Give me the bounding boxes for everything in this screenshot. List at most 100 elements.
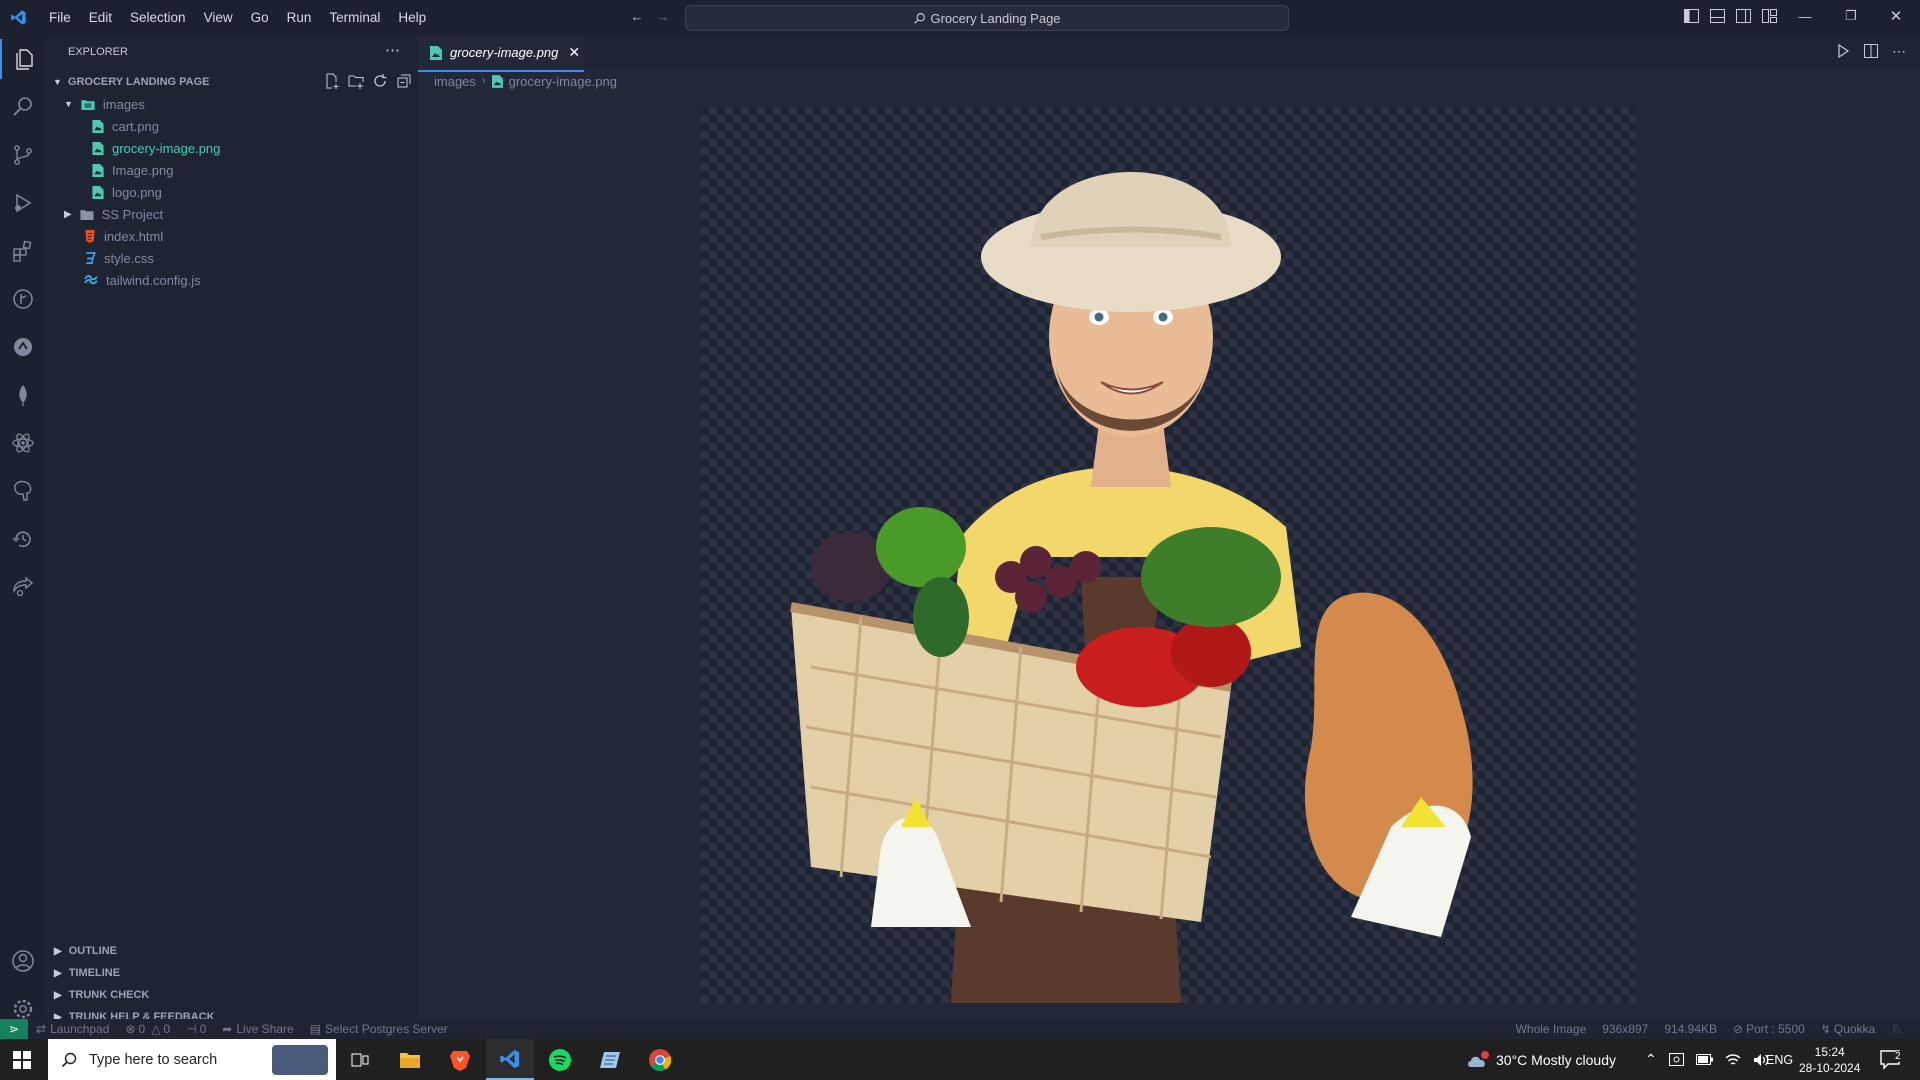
tree-file-cart[interactable]: cart.png: [92, 115, 159, 137]
menu-terminal[interactable]: Terminal: [320, 10, 389, 25]
file-explorer-icon[interactable]: [386, 1039, 434, 1080]
live-server-port[interactable]: ⊘ Port : 5500: [1733, 1022, 1805, 1036]
menu-selection[interactable]: Selection: [121, 10, 195, 25]
wifi-icon[interactable]: [1725, 1053, 1741, 1067]
weather-text: 30°C Mostly cloudy: [1496, 1051, 1616, 1068]
warning-icon: △: [151, 1022, 161, 1036]
toggle-primary-sidebar-icon[interactable]: [1683, 8, 1699, 24]
html-file-icon: [85, 229, 95, 243]
new-file-icon[interactable]: [324, 73, 340, 89]
live-share-icon[interactable]: [0, 567, 46, 607]
port-label: Port : 5500: [1746, 1022, 1805, 1036]
tree-folder-ss-project[interactable]: ▶ SS Project: [64, 203, 163, 225]
launchpad-item[interactable]: ⇄ Launchpad: [36, 1022, 109, 1036]
section-outline[interactable]: ▶ OUTLINE: [54, 940, 117, 962]
launchpad-label: Launchpad: [50, 1022, 110, 1036]
mongodb-leaf-icon[interactable]: [0, 375, 46, 415]
tree-file-logo[interactable]: logo.png: [92, 181, 162, 203]
weather-widget[interactable]: 30°C Mostly cloudy: [1466, 1039, 1616, 1080]
postgres-item[interactable]: ▤ Select Postgres Server: [310, 1022, 448, 1036]
action-center[interactable]: 2: [1880, 1039, 1903, 1080]
tree-label: style.css: [104, 250, 154, 266]
more-actions-icon[interactable]: ⋯: [1892, 44, 1906, 58]
back-arrow-icon[interactable]: ←: [629, 8, 645, 24]
status-right: Whole Image 936x897 914.94KB ⊘ Port : 55…: [1508, 1019, 1902, 1039]
collapse-all-icon[interactable]: [396, 73, 412, 89]
quokka-item[interactable]: ↯ Quokka: [1821, 1022, 1875, 1036]
section-trunk-check[interactable]: ▶ TRUNK CHECK: [54, 984, 149, 1006]
tab-close-icon[interactable]: ✕: [568, 44, 580, 61]
source-control-icon[interactable]: [0, 135, 46, 175]
section-label: TRUNK CHECK: [68, 989, 150, 1001]
minimize-icon[interactable]: —: [1797, 8, 1813, 24]
toggle-panel-icon[interactable]: [1709, 8, 1725, 24]
clock[interactable]: 15:24 28-10-2024: [1799, 1039, 1860, 1080]
vscode-taskbar-icon[interactable]: [486, 1039, 534, 1080]
forward-arrow-icon[interactable]: →: [655, 8, 671, 24]
remote-explorer-icon[interactable]: [0, 327, 46, 367]
notes-app-icon[interactable]: [586, 1039, 634, 1080]
timeline-history-icon[interactable]: [0, 519, 46, 559]
run-and-debug-icon[interactable]: [0, 183, 46, 223]
command-center-search[interactable]: Grocery Landing Page: [685, 5, 1289, 31]
remote-indicator-icon[interactable]: ⋗: [0, 1019, 28, 1039]
menu-go[interactable]: Go: [242, 10, 278, 25]
refresh-icon[interactable]: [372, 73, 388, 89]
tree-file-style-css[interactable]: style.css: [84, 247, 154, 269]
menu-file[interactable]: File: [40, 10, 80, 25]
toggle-secondary-sidebar-icon[interactable]: [1735, 8, 1751, 24]
explorer-toolbar: [324, 73, 412, 89]
postgres-elephant-icon[interactable]: [0, 471, 46, 511]
status-left: ⋗ ⇄ Launchpad ⊗ 0 △ 0 ⊣ 0 ➦ Live Share ▤…: [0, 1019, 456, 1039]
extensions-icon[interactable]: [0, 231, 46, 271]
menu-edit[interactable]: Edit: [80, 10, 121, 25]
split-editor-icon[interactable]: [1864, 44, 1878, 58]
search-icon[interactable]: [0, 87, 46, 127]
tree-file-grocery-image[interactable]: grocery-image.png: [92, 137, 220, 159]
warning-count: 0: [163, 1022, 171, 1036]
breadcrumb-folder[interactable]: images: [434, 74, 476, 89]
activity-bar: [0, 35, 46, 1019]
show-hidden-icons-icon[interactable]: ⌃: [1645, 1039, 1657, 1080]
windows-start-icon[interactable]: [13, 1051, 31, 1072]
close-window-icon[interactable]: ✕: [1888, 8, 1904, 25]
battery-icon[interactable]: [1696, 1054, 1713, 1065]
gitlens-icon[interactable]: [0, 279, 46, 319]
section-timeline[interactable]: ▶ TIMELINE: [54, 962, 120, 984]
tree-file-tailwind-config[interactable]: tailwind.config.js: [84, 269, 201, 291]
breadcrumb-file[interactable]: grocery-image.png: [509, 74, 617, 89]
meet-now-icon[interactable]: [1669, 1053, 1684, 1066]
brave-browser-icon[interactable]: [436, 1039, 484, 1080]
tree-file-image[interactable]: Image.png: [92, 159, 173, 181]
react-atom-icon[interactable]: [0, 423, 46, 463]
task-view-icon[interactable]: [336, 1039, 384, 1080]
explorer-icon[interactable]: [0, 39, 48, 79]
section-label: OUTLINE: [68, 945, 117, 957]
menu-run[interactable]: Run: [278, 10, 321, 25]
image-file-icon: [430, 45, 442, 60]
tab-grocery-image[interactable]: grocery-image.png ✕: [418, 35, 584, 72]
new-folder-icon[interactable]: [348, 73, 364, 89]
taskbar-search[interactable]: Type here to search: [48, 1039, 336, 1080]
image-file-icon: [92, 141, 104, 155]
notifications-bell-icon[interactable]: ♘: [1891, 1022, 1902, 1036]
run-icon[interactable]: [1836, 44, 1850, 58]
image-zoom-mode[interactable]: Whole Image: [1516, 1022, 1587, 1036]
menu-view[interactable]: View: [195, 10, 242, 25]
chevron-right-icon: ▶: [54, 967, 62, 979]
more-actions-icon[interactable]: ⋯: [385, 41, 400, 59]
customize-layout-icon[interactable]: [1761, 8, 1777, 24]
system-tray-icons: [1669, 1039, 1769, 1080]
tree-folder-images[interactable]: ▼ images: [64, 93, 145, 115]
live-share-item[interactable]: ➦ Live Share: [222, 1022, 293, 1036]
accounts-icon[interactable]: [0, 941, 46, 981]
language-indicator[interactable]: ENG: [1766, 1039, 1793, 1080]
project-header[interactable]: ▼ GROCERY LANDING PAGE: [53, 71, 210, 93]
restore-icon[interactable]: ❐: [1843, 8, 1859, 24]
ports-item[interactable]: ⊣ 0: [186, 1022, 206, 1036]
spotify-icon[interactable]: [536, 1039, 584, 1080]
tree-file-index-html[interactable]: index.html: [84, 225, 163, 247]
menu-help[interactable]: Help: [389, 10, 435, 25]
problems-item[interactable]: ⊗ 0 △ 0: [125, 1022, 170, 1036]
chrome-icon[interactable]: [636, 1039, 684, 1080]
